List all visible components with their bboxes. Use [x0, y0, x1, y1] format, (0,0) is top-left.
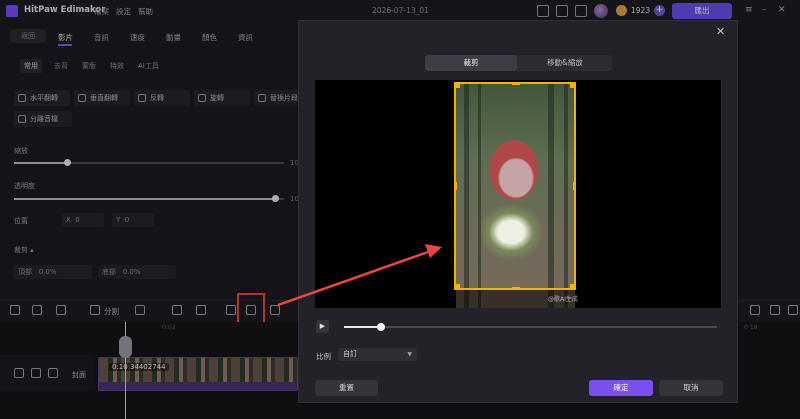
annotation-arrow [277, 244, 442, 307]
arrow-head [425, 244, 442, 258]
arrow-shaft [277, 250, 429, 307]
